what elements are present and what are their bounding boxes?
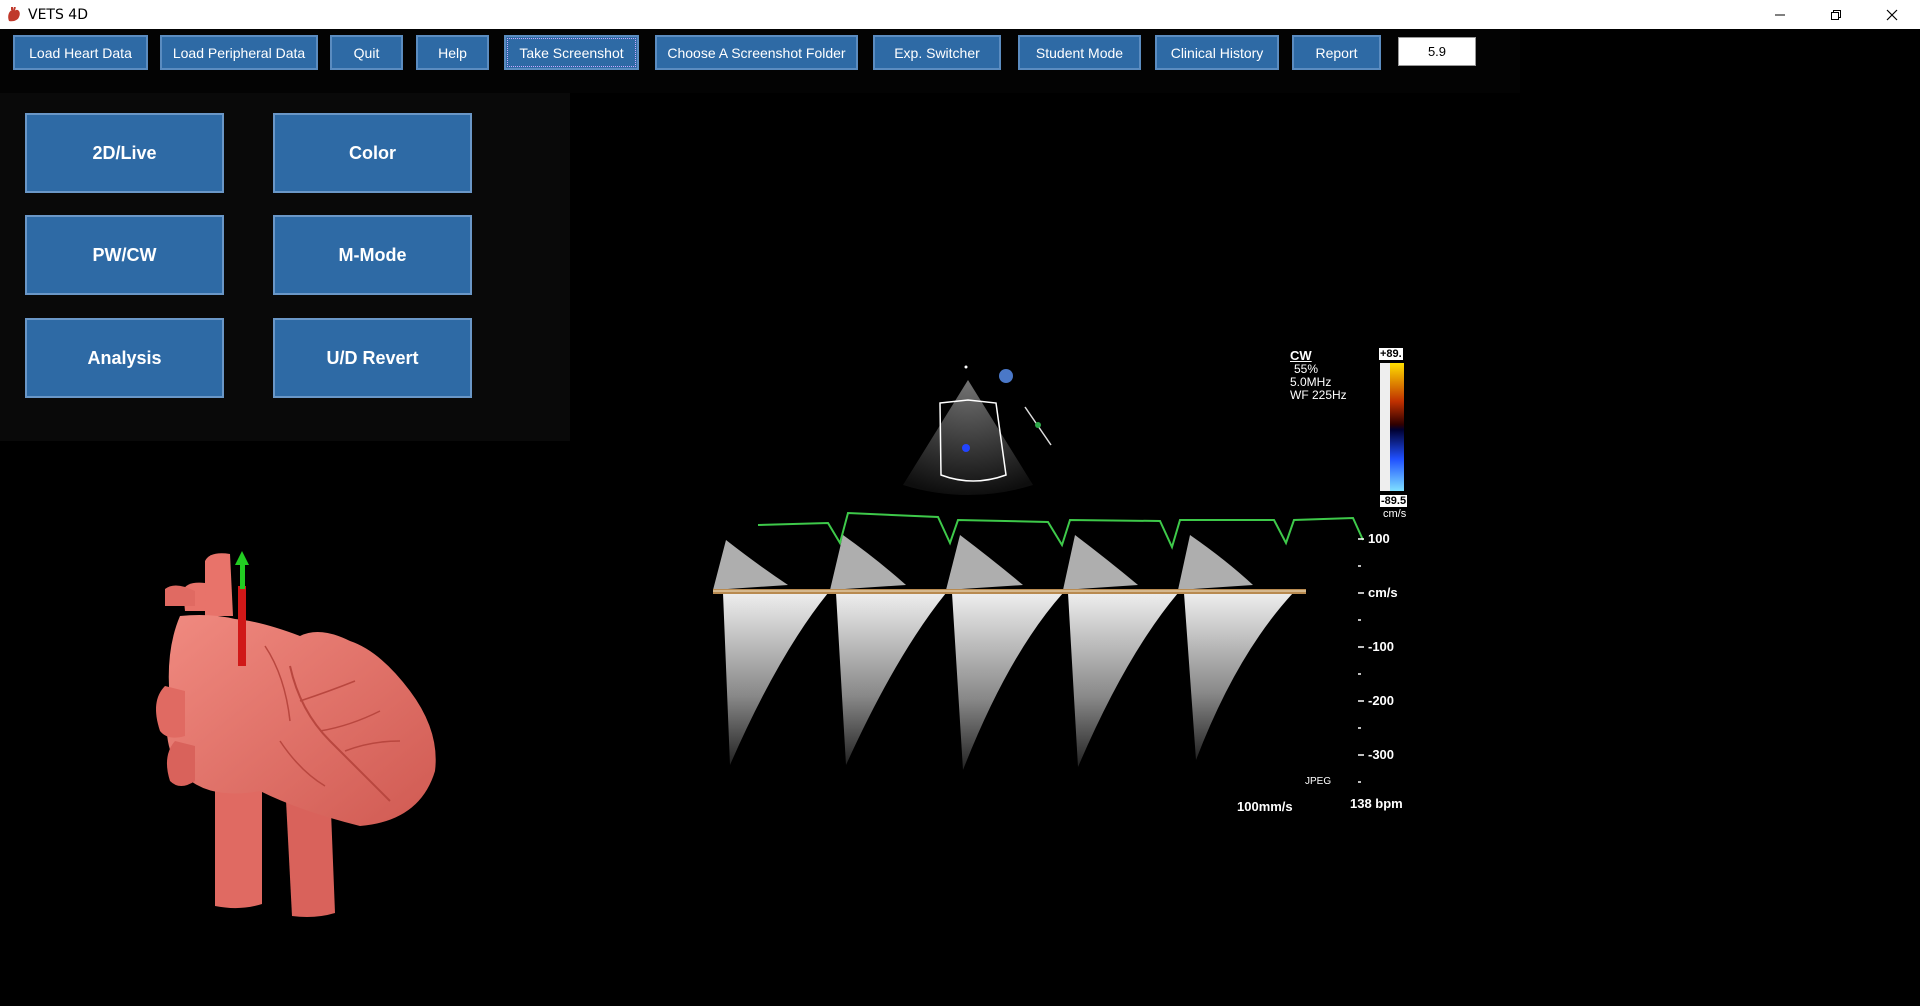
vector-arrow-head xyxy=(235,551,249,565)
sector-thumbnail xyxy=(903,380,1033,495)
heart-model[interactable] xyxy=(0,441,570,1001)
scale-bottom-label: -89.5 xyxy=(1380,495,1408,507)
m-mode-button[interactable]: M-Mode xyxy=(273,215,472,295)
color-scale-bar xyxy=(1390,363,1404,491)
report-button[interactable]: Report xyxy=(1292,35,1381,70)
heart-rate-label: 138 bpm xyxy=(1350,796,1403,811)
restore-icon xyxy=(1831,9,1841,20)
axis-tick-label: -100 xyxy=(1368,639,1395,654)
axis-tick-label: -200 xyxy=(1368,693,1395,708)
axis-tick-label: cm/s xyxy=(1368,585,1398,600)
frequency-label: 5.0MHz xyxy=(1290,375,1332,389)
axis-tick-label: -300 xyxy=(1368,747,1395,762)
choose-screenshot-folder-button[interactable]: Choose A Screenshot Folder xyxy=(655,35,858,70)
grayscale-bar xyxy=(1380,363,1390,491)
quit-button[interactable]: Quit xyxy=(330,35,403,70)
scale-unit-label: cm/s xyxy=(1383,508,1407,520)
load-heart-data-button[interactable]: Load Heart Data xyxy=(13,35,148,70)
spectral-doppler xyxy=(713,535,1306,770)
take-screenshot-button[interactable]: Take Screenshot xyxy=(504,35,639,70)
scale-top-label: +89. xyxy=(1379,348,1403,360)
mode-panel: 2D/Live Color PW/CW M-Mode Analysis U/D … xyxy=(0,93,570,441)
wall-filter-label: WF 225Hz xyxy=(1290,388,1347,402)
student-mode-button[interactable]: Student Mode xyxy=(1018,35,1141,70)
toolbar: Load Heart Data Load Peripheral Data Qui… xyxy=(0,29,1520,93)
velocity-axis xyxy=(1358,538,1364,783)
version-field[interactable]: 5.9 xyxy=(1398,37,1476,66)
doppler-image xyxy=(713,363,1404,783)
title-bar: VETS 4D xyxy=(0,0,1920,29)
window-title: VETS 4D xyxy=(28,6,88,23)
restore-button[interactable] xyxy=(1808,0,1864,29)
load-peripheral-data-button[interactable]: Load Peripheral Data xyxy=(160,35,318,70)
heart-3d-viewer[interactable] xyxy=(0,441,570,1001)
mode-label: CW xyxy=(1290,348,1312,363)
close-button[interactable] xyxy=(1864,0,1920,29)
analysis-button[interactable]: Analysis xyxy=(25,318,224,398)
color-button[interactable]: Color xyxy=(273,113,472,193)
help-button[interactable]: Help xyxy=(416,35,489,70)
power-label: 55% xyxy=(1294,362,1319,376)
ud-revert-button[interactable]: U/D Revert xyxy=(273,318,472,398)
2d-live-button[interactable]: 2D/Live xyxy=(25,113,224,193)
vector-red-bar xyxy=(238,586,246,666)
axis-tick-label: 100 xyxy=(1368,531,1390,546)
app-heart-icon xyxy=(8,6,20,21)
ultrasound-display: CW 55% 5.0MHz WF 225Hz +89. -89.5 cm/s 1… xyxy=(578,95,1520,1001)
close-icon xyxy=(1886,9,1898,20)
minimize-icon xyxy=(1775,14,1785,15)
minimize-button[interactable] xyxy=(1752,0,1808,29)
exp-switcher-button[interactable]: Exp. Switcher xyxy=(873,35,1001,70)
pw-cw-button[interactable]: PW/CW xyxy=(25,215,224,295)
probe-marker-icon xyxy=(999,369,1013,383)
sweep-speed-label: 100mm/s xyxy=(1237,799,1293,814)
format-label: JPEG xyxy=(1305,776,1332,787)
window-controls xyxy=(1752,0,1920,29)
clinical-history-button[interactable]: Clinical History xyxy=(1155,35,1279,70)
